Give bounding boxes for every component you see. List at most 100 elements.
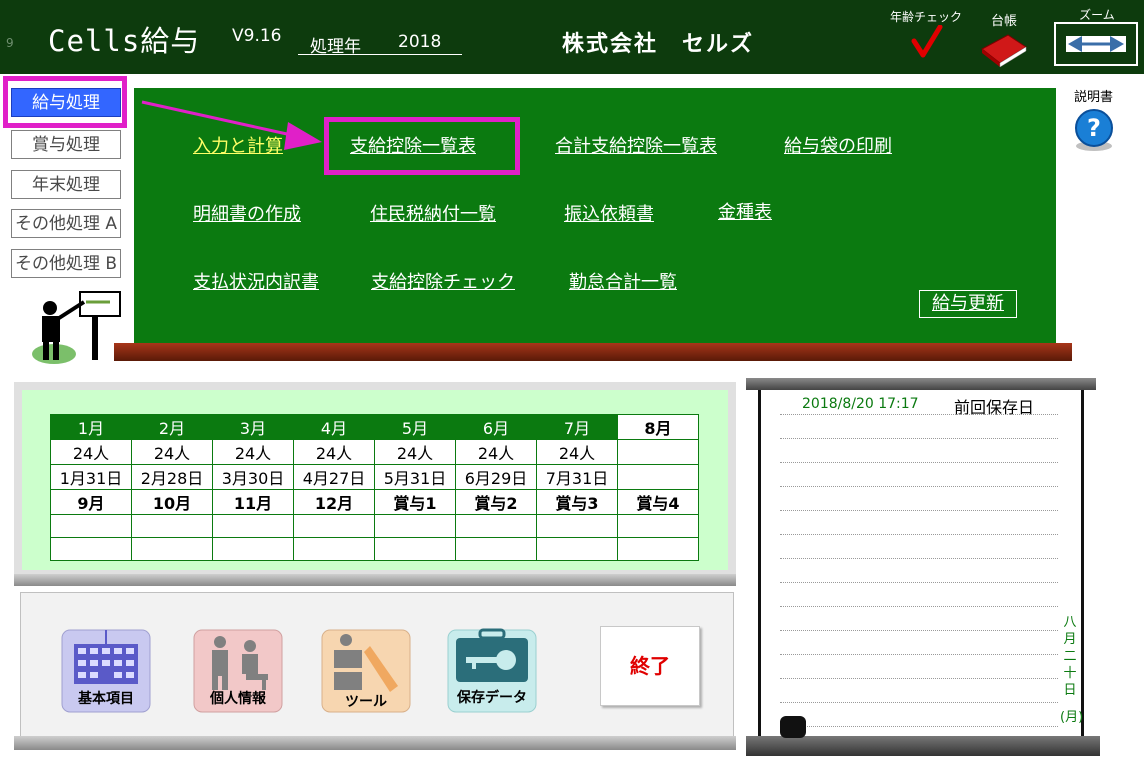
month-cell[interactable]: 7月 <box>536 414 618 440</box>
bonus-cell[interactable]: 賞与1 <box>374 489 456 515</box>
personal-info-label: 個人情報 <box>209 690 267 707</box>
book-icon <box>981 34 1027 68</box>
vertical-date: 八 月 二 十 日 (月) <box>1060 614 1084 726</box>
pay-date-cell: 1月31日 <box>50 464 132 490</box>
menu-year-end[interactable]: 年末処理 <box>11 170 121 199</box>
basic-items-label: 基本項目 <box>78 690 134 707</box>
tools-label: ツール <box>345 694 387 710</box>
key-case-icon: 保存データ <box>447 628 537 713</box>
note-line <box>780 726 1058 727</box>
people-icon: 個人情報 <box>193 629 283 713</box>
help-button[interactable]: ? <box>1072 106 1116 154</box>
zoom-box <box>1054 22 1138 66</box>
month-cell[interactable]: 8月 <box>617 414 699 440</box>
month-cell[interactable]: 1月 <box>50 414 132 440</box>
saved-data-label: 保存データ <box>456 689 527 706</box>
link-total-pay-deduction-list[interactable]: 合計支給控除一覧表 <box>555 132 717 158</box>
personal-info-button[interactable]: 個人情報 <box>190 626 286 716</box>
people-count-cell: 24人 <box>131 439 213 465</box>
pay-date-cell: 3月30日 <box>212 464 294 490</box>
presenter-icon <box>32 291 121 364</box>
zoom-button[interactable]: ズーム <box>1054 6 1140 68</box>
vertical-date-char: 十 <box>1063 666 1077 681</box>
menu-other-a[interactable]: その他処理 A <box>11 209 121 238</box>
calendar-shelf <box>14 574 736 586</box>
annotation-arrow-icon <box>141 100 322 150</box>
tools-icon: ツール <box>321 629 411 713</box>
link-pay-deduction-check[interactable]: 支給控除チェック <box>371 268 515 294</box>
bonus-cell[interactable]: 賞与3 <box>536 489 618 515</box>
age-check-button[interactable]: 年齢チェック <box>888 8 964 68</box>
processing-year-label: 処理年 <box>310 37 361 57</box>
month-cell[interactable]: 4月 <box>293 414 375 440</box>
empty-cell <box>293 514 375 538</box>
tools-button[interactable]: ツール <box>318 626 414 716</box>
saved-data-button[interactable]: 保存データ <box>444 626 540 716</box>
version-label: V9.16 <box>232 26 282 46</box>
zoom-arrows-icon <box>1066 36 1126 52</box>
corner-number: 9 <box>6 36 14 50</box>
monthly-calendar-table: 1月 2月 3月 4月 5月 6月 7月 8月 24人 24人 24人 24人 … <box>50 414 699 561</box>
pay-date-cell: 7月31日 <box>536 464 618 490</box>
menu-other-b[interactable]: その他処理 B <box>11 249 121 278</box>
month-cell[interactable]: 6月 <box>455 414 537 440</box>
question-icon: ? <box>1075 109 1113 151</box>
note-line <box>780 582 1058 583</box>
processing-year[interactable]: 処理年 2018 <box>298 30 462 57</box>
ledger-button[interactable]: 台帳 <box>976 10 1032 68</box>
empty-cell <box>212 537 294 561</box>
people-count-cell: 24人 <box>374 439 456 465</box>
empty-cell <box>50 514 132 538</box>
menu-highlight-frame <box>3 76 127 128</box>
link-resident-tax[interactable]: 住民税納付一覧 <box>370 200 496 226</box>
link-transfer-request[interactable]: 振込依頼書 <box>564 200 654 226</box>
notes-panel[interactable] <box>758 390 1084 736</box>
note-line <box>780 414 1058 415</box>
note-line <box>780 630 1058 631</box>
month-cell[interactable]: 9月 <box>50 489 132 515</box>
link-envelope-print[interactable]: 給与袋の印刷 <box>784 132 892 158</box>
link-statement-create[interactable]: 明細書の作成 <box>193 200 301 226</box>
link-payment-status[interactable]: 支払状況内訳書 <box>193 268 319 294</box>
note-line <box>780 678 1058 679</box>
month-cell[interactable]: 5月 <box>374 414 456 440</box>
month-cell[interactable]: 10月 <box>131 489 213 515</box>
processing-year-value: 2018 <box>398 32 442 52</box>
last-save-datetime: 2018/8/20 17:17 <box>802 396 919 412</box>
link-denomination[interactable]: 金種表 <box>718 198 772 224</box>
people-count-cell: 24人 <box>212 439 294 465</box>
link-attendance-total[interactable]: 勤怠合計一覧 <box>569 268 677 294</box>
month-cell[interactable]: 11月 <box>212 489 294 515</box>
payroll-update-button[interactable]: 給与更新 <box>919 290 1017 318</box>
menu-bonus[interactable]: 賞与処理 <box>11 130 121 159</box>
bonus-cell[interactable]: 賞与4 <box>617 489 699 515</box>
people-count-cell: 24人 <box>536 439 618 465</box>
empty-cell <box>617 537 699 561</box>
empty-cell <box>212 514 294 538</box>
empty-cell <box>455 537 537 561</box>
exit-button[interactable]: 終了 <box>600 626 700 706</box>
chalkboard-ledge <box>114 343 1072 361</box>
note-line <box>780 510 1058 511</box>
bonus-cell[interactable]: 賞与2 <box>455 489 537 515</box>
empty-cell <box>455 514 537 538</box>
note-line <box>780 606 1058 607</box>
empty-cell <box>374 514 456 538</box>
month-cell[interactable]: 12月 <box>293 489 375 515</box>
empty-cell <box>131 537 213 561</box>
notes-scroll-handle[interactable] <box>780 716 806 738</box>
basic-items-button[interactable]: 基本項目 <box>58 626 154 716</box>
svg-text:?: ? <box>1087 114 1101 142</box>
vertical-date-char: (月) <box>1060 710 1084 725</box>
zoom-label: ズーム <box>1079 8 1115 22</box>
empty-cell <box>617 514 699 538</box>
note-line <box>780 654 1058 655</box>
month-cell[interactable]: 3月 <box>212 414 294 440</box>
app-title: Cells給与 <box>48 24 201 58</box>
vertical-date-char: 月 <box>1063 632 1077 647</box>
month-cell[interactable]: 2月 <box>131 414 213 440</box>
note-line <box>780 534 1058 535</box>
note-line <box>780 462 1058 463</box>
empty-cell <box>293 537 375 561</box>
people-count-cell <box>617 439 699 465</box>
